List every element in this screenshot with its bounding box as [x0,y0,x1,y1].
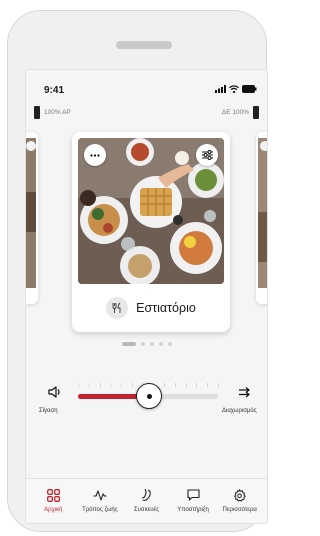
right-battery-label: ΔΕ 100% [221,109,249,116]
program-label: Εστιατόριο [72,284,230,332]
left-battery-icon [34,106,40,119]
volume-tick [196,383,198,387]
app-screen: 9:41 100% ΑΡ ΔΕ 100% Εστιατόριο Σίγαση Δ… [25,69,268,524]
status-bar: 9:41 [26,70,267,98]
hearing-aid-icon [138,487,154,503]
volume-tick [78,383,79,387]
carousel-dot[interactable] [121,342,136,346]
tab-label: Συσκευές [133,507,160,513]
mute-label: Σίγαση [39,408,58,414]
next-card-image [258,138,267,288]
right-battery: ΔΕ 100% [222,106,259,119]
volume-tick [131,383,133,387]
wifi-icon [229,85,239,93]
left-battery: 100% ΑΡ [34,106,71,119]
tab-lifestyle[interactable]: Τρόπος ζωής [77,487,124,523]
split-volume-button[interactable] [236,383,254,401]
tab-label: Υποστήριξη [177,507,209,513]
tab-more[interactable]: Περισσότερα [216,487,263,523]
carousel-dot[interactable] [158,342,163,346]
restaurant-icon [106,297,129,319]
carousel-dot[interactable] [149,342,154,346]
split-arrows-icon [239,387,250,398]
tab-devices[interactable]: Συσκευές [123,487,170,523]
chat-icon [185,487,201,503]
home-grid-icon [45,487,61,503]
program-card-restaurant[interactable]: Εστιατόριο [72,132,230,332]
tab-label: Περισσότερα [222,507,257,513]
carousel-pagination[interactable] [26,342,267,346]
handle-dot [146,393,152,399]
volume-tick [88,383,90,387]
previous-program-card[interactable] [26,132,38,304]
more-options-button[interactable] [84,144,106,166]
volume-tick [121,383,123,387]
mute-button[interactable] [46,383,64,401]
next-program-card[interactable] [256,132,267,304]
system-icons [215,85,257,93]
status-time: 9:41 [44,85,65,96]
volume-tick [207,383,209,387]
adjust-settings-button[interactable] [196,144,218,166]
tab-label: Αρχική [44,507,63,513]
activity-icon [92,487,108,503]
volume-tick [185,383,187,387]
previous-card-image [26,138,36,288]
bottom-tab-bar: Αρχική Τρόπος ζωής Συσκευές Υποστήριξη Π… [26,478,267,523]
phone-speaker [116,41,172,49]
volume-tick [174,383,176,387]
speaker-icon [48,386,60,398]
volume-tick [110,383,112,387]
carousel-dot[interactable] [167,342,172,346]
volume-tick [164,383,166,387]
signal-icon [215,85,226,93]
more-dots-icon [90,153,100,157]
volume-control: Σίγαση Διαχωρισμός [26,370,267,420]
gear-icon [232,487,248,503]
battery-status-icon [242,85,257,93]
phone-frame: 9:41 100% ΑΡ ΔΕ 100% Εστιατόριο Σίγαση Δ… [7,10,268,532]
program-name: Εστιατόριο [136,301,196,315]
carousel-dot[interactable] [140,342,145,346]
tab-home[interactable]: Αρχική [30,487,77,523]
volume-tick [99,383,101,387]
tab-support[interactable]: Υποστήριξη [170,487,217,523]
sliders-icon [201,150,213,160]
tab-label: Τρόπος ζωής [82,507,118,513]
volume-slider-handle[interactable] [136,383,163,409]
split-label: Διαχωρισμός [222,408,257,414]
volume-tick [218,383,219,387]
right-battery-icon [253,106,259,119]
hearing-aid-battery-row: 100% ΑΡ ΔΕ 100% [26,106,267,120]
left-battery-label: 100% ΑΡ [44,109,71,116]
